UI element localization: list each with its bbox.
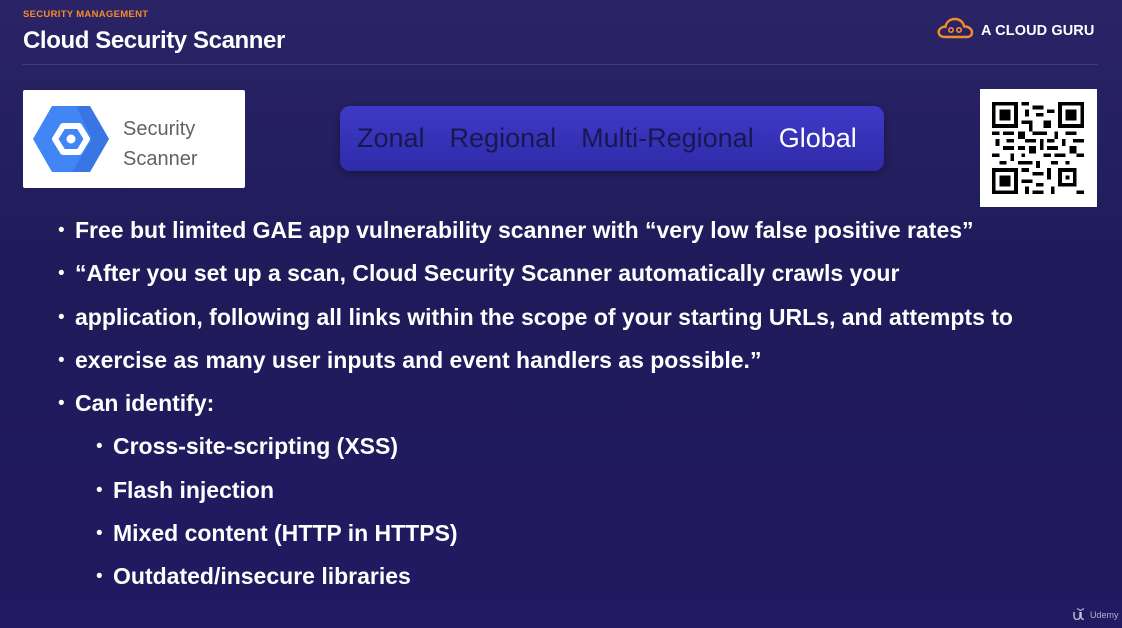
sub-bullet-item: Outdated/insecure libraries [96, 555, 1098, 599]
bullet-item-continuation: exercise as many user inputs and event h… [58, 339, 1098, 383]
bullet-list: Free but limited GAE app vulnerability s… [58, 209, 1098, 599]
bullet-item-continuation: application, following all links within … [58, 296, 1098, 340]
cloud-icon [936, 16, 974, 45]
sub-bullet-item: Mixed content (HTTP in HTTPS) [96, 512, 1098, 556]
scope-multi-regional: Multi-Regional [581, 123, 754, 153]
scope-regional: Regional [449, 123, 557, 153]
brand-label: A CLOUD GURU [981, 22, 1095, 39]
qr-code[interactable] [980, 89, 1097, 207]
sub-bullet-item: Cross-site-scripting (XSS) [96, 425, 1098, 469]
scope-global: Global [778, 123, 857, 153]
product-name-line1: Security [123, 118, 196, 140]
bullet-item: “After you set up a scan, Cloud Security… [58, 252, 1098, 296]
sub-bullet-item: Flash injection [96, 469, 1098, 513]
scope-bar: Zonal Regional Multi-Regional Global [340, 106, 884, 171]
udemy-watermark: Udemy [1073, 607, 1119, 622]
product-card: Security Scanner [23, 90, 245, 188]
udemy-watermark-label: Udemy [1090, 610, 1119, 620]
product-name: Security Scanner [123, 114, 233, 174]
brand-logo: A CLOUD GURU [936, 16, 1094, 45]
product-name-line2: Scanner [123, 148, 198, 170]
qr-code-icon [992, 102, 1084, 194]
scope-zonal: Zonal [357, 123, 425, 153]
udemy-logo-icon [1073, 607, 1087, 622]
slide-title: Cloud Security Scanner [23, 27, 285, 54]
security-scanner-hex-icon [32, 104, 110, 179]
bullet-item: Can identify: [58, 382, 1098, 426]
header-divider [22, 64, 1098, 65]
bullet-item: Free but limited GAE app vulnerability s… [58, 209, 1098, 253]
section-kicker: SECURITY MANAGEMENT [23, 9, 149, 20]
